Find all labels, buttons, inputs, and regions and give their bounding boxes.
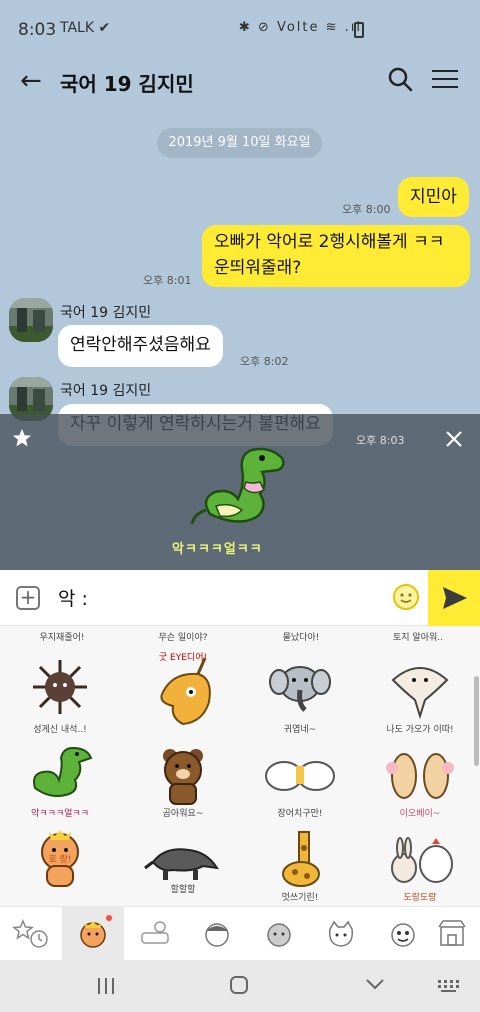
message-time: 오후 8:03 <box>356 434 405 447</box>
back-button[interactable]: ← <box>20 66 42 96</box>
chevron-down-icon[interactable] <box>366 978 384 990</box>
tab-sticker-pack-5[interactable] <box>310 907 372 961</box>
notification-icons: TALK ✔ <box>60 20 111 36</box>
sticker-label: 성게신 내석..! <box>33 725 87 735</box>
sticker-label: 우지재줄어! <box>39 633 85 643</box>
animal-face-icon <box>267 923 291 947</box>
new-badge <box>106 915 112 921</box>
status-bar: 8:03 TALK ✔ ✱ ⊘ Volte ≋ .ıl <box>0 0 480 56</box>
sticker-label: 장어치구만! <box>277 809 323 819</box>
emoticon-icon[interactable] <box>392 583 420 611</box>
my-message-bubble[interactable]: 오빠가 악어로 2행시해볼게 ㅋㅋ 운띄워줄래? <box>202 225 470 287</box>
chat-title: 국어 19 김지민 <box>60 72 194 96</box>
sticker-grid: 우지재줄어! 무슨 일이야? 물났다아! 토지 알아워.. 성게신 내석..! … <box>0 626 480 906</box>
shop-icon <box>438 920 466 946</box>
message-text-line: 운띄워줄래? <box>214 258 302 278</box>
battery-icon <box>354 22 364 38</box>
giraffe-sticker[interactable]: 멋쓰기린! <box>252 828 348 906</box>
sticker-label: 도랑도랑 <box>403 893 437 903</box>
sticker-caption: 악ㅋㅋㅋ얼ㅋㅋ <box>172 542 263 557</box>
sticker-label: 귀엽네~ <box>283 725 317 735</box>
system-icons: ✱ ⊘ Volte ≋ .ıl <box>238 20 362 35</box>
send-button[interactable] <box>428 570 480 626</box>
message-time: 오후 8:02 <box>240 355 289 368</box>
my-message-bubble[interactable]: 지민아 <box>398 177 469 217</box>
home-icon[interactable] <box>230 976 248 994</box>
bathtub-icon <box>141 921 169 944</box>
message-time: 오후 8:01 <box>143 274 192 287</box>
sticker-label: 나도 가오가 이따! <box>386 725 454 735</box>
date-separator: 2019년 9월 10일 화요일 <box>157 128 322 158</box>
sticker-label: 악ㅋㅋㅋ얼ㅋㅋ <box>31 809 89 819</box>
close-icon[interactable] <box>445 430 463 448</box>
message-input-bar: + 악 : <box>0 570 480 626</box>
tab-sticker-pack-3[interactable] <box>186 907 248 961</box>
favorite-star-icon[interactable] <box>12 428 32 448</box>
sticker-scrollbar[interactable] <box>474 676 479 766</box>
anteater-sticker[interactable]: 할할할 <box>135 828 231 906</box>
system-nav-bar <box>0 960 480 1012</box>
tiger-icon <box>80 921 106 948</box>
attach-plus-button[interactable]: + <box>16 586 40 610</box>
sticker-shop-button[interactable] <box>424 907 480 961</box>
tiger-sticker[interactable]: 호 랑! <box>12 828 108 906</box>
sticker-label: 할할할 <box>170 885 196 895</box>
avatar[interactable] <box>9 298 53 342</box>
keyboard-icon[interactable] <box>438 980 460 992</box>
sender-name: 국어 19 김지민 <box>60 305 152 321</box>
tab-tiger-stickers[interactable] <box>62 907 124 961</box>
sticker-label: 멋쓰기린! <box>281 893 319 903</box>
sticker-label: 물났다아! <box>282 633 320 643</box>
send-arrow-icon <box>443 587 467 609</box>
search-icon[interactable] <box>385 64 415 94</box>
crocodile-sticker-image[interactable] <box>190 444 290 534</box>
tab-sticker-pack-2[interactable] <box>124 907 186 961</box>
status-time: 8:03 <box>18 20 57 40</box>
their-message-bubble[interactable]: 연락안해주셨음해요 <box>58 325 223 367</box>
sticker-label: 이오베이~ <box>399 809 441 819</box>
round-face-icon <box>391 923 415 947</box>
face-cap-icon <box>205 923 229 947</box>
message-text-line: 오빠가 악어로 2행시해볼게 ㅋㅋ <box>214 232 445 252</box>
recent-apps-icon[interactable] <box>96 978 116 994</box>
sticker-tab-bar <box>0 906 480 961</box>
tab-sticker-pack-4[interactable] <box>248 907 310 961</box>
sticker-label: 토지 알아워.. <box>393 633 443 643</box>
sender-name: 국어 19 김지민 <box>60 383 152 399</box>
chat-header: ← 국어 19 김지민 <box>0 56 480 108</box>
sticker-label: 무슨 일이야? <box>158 633 208 643</box>
sticker-label: 곰아워요~ <box>162 809 204 819</box>
cat-face-icon <box>328 920 354 947</box>
sticker-label: 굿 EYE디어! <box>158 653 208 663</box>
star-clock-icon <box>12 919 48 948</box>
tab-favorites-recent[interactable] <box>0 907 62 961</box>
hamburger-menu-icon[interactable] <box>432 70 458 90</box>
rabbit-chicken-sticker[interactable]: 도랑도랑 <box>372 828 468 906</box>
message-time: 오후 8:00 <box>342 203 391 216</box>
sticker-preview-panel: 악ㅋㅋㅋ얼ㅋㅋ <box>0 414 480 570</box>
message-input[interactable]: 악 : <box>58 584 88 611</box>
sticker-label: 호 랑! <box>48 855 72 865</box>
